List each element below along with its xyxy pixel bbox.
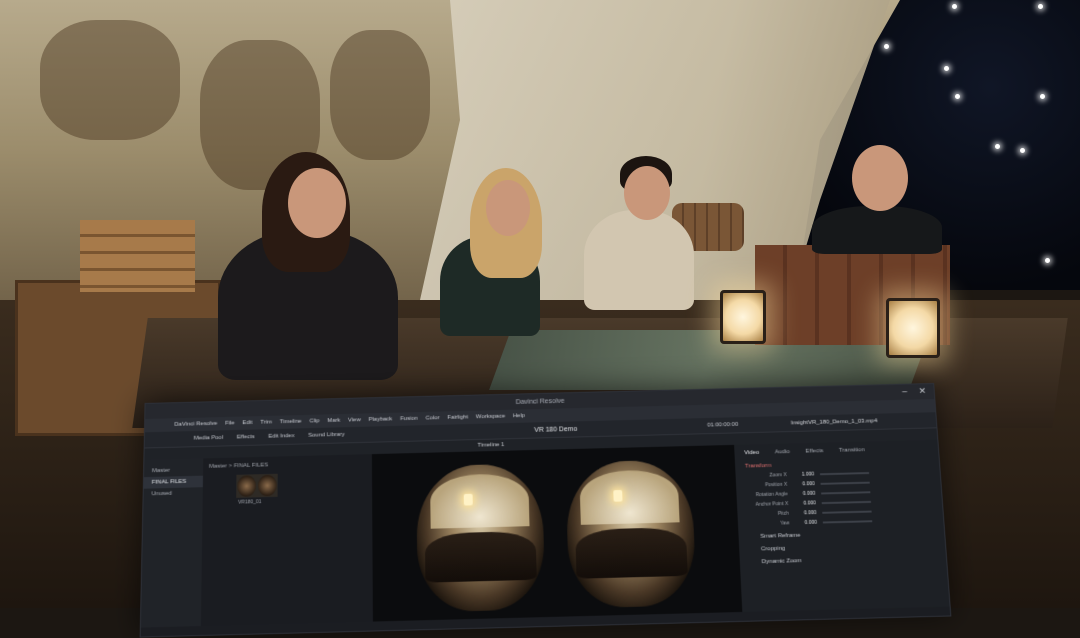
clip-thumbnail[interactable] (236, 473, 278, 498)
clip-thumbnail-name: VR180_01 (238, 499, 262, 506)
window-title: Davinci Resolve (515, 397, 565, 406)
media-pool-button[interactable]: Media Pool (194, 435, 223, 441)
menu-item[interactable]: File (225, 421, 235, 427)
pitch-value[interactable]: 0.000 (795, 510, 817, 516)
inspector-row: Pitch 0.000 (747, 507, 933, 518)
minimize-icon[interactable]: – (902, 387, 908, 397)
zoom-value[interactable]: 1.000 (792, 472, 815, 478)
inspector-row: Zoom X 1.000 (745, 469, 930, 479)
person-4-head (852, 145, 908, 211)
menu-item[interactable]: Help (513, 413, 525, 419)
cropping-section[interactable]: Cropping (749, 542, 935, 553)
tab-effects[interactable]: Effects (805, 448, 823, 454)
menu-item[interactable]: View (348, 417, 361, 423)
menu-item[interactable]: Color (425, 415, 439, 421)
menu-item[interactable]: Workspace (476, 414, 505, 420)
menu-item[interactable]: Playback (369, 417, 393, 423)
inspector-row: Position X 0.000 (746, 478, 931, 488)
transform-section[interactable]: Transform (745, 459, 930, 469)
inspector-panel: Video Audio Effects Transition Transform… (734, 439, 950, 612)
editor-window: Davinci Resolve – ✕ DaVinci Resolve File… (139, 382, 952, 638)
menu-item[interactable]: Edit (242, 420, 252, 426)
timecode: 01:00:00:00 (707, 421, 739, 429)
menu-item[interactable]: Trim (260, 420, 272, 426)
tab-video[interactable]: Video (744, 450, 759, 456)
edit-index-button[interactable]: Edit Index (268, 433, 294, 439)
lantern-right (886, 298, 940, 358)
bin-list: Master FINAL FILES Unused (140, 458, 204, 628)
menu-item[interactable]: Timeline (280, 419, 302, 425)
lantern-left (720, 290, 766, 344)
position-value[interactable]: 0.000 (793, 481, 815, 487)
tab-audio[interactable]: Audio (775, 449, 790, 455)
effects-button[interactable]: Effects (237, 434, 255, 440)
right-eye-view (565, 459, 698, 609)
rotation-value[interactable]: 0.000 (793, 491, 816, 497)
smart-reframe-section[interactable]: Smart Reframe (748, 529, 934, 540)
menu-item[interactable]: DaVinci Resolve (174, 421, 217, 428)
person-1-head (288, 168, 346, 238)
project-name: VR 180 Demo (534, 425, 578, 434)
timeline-selector[interactable]: Timeline 1 (478, 442, 505, 448)
menu-item[interactable]: Clip (309, 418, 319, 424)
sound-library-button[interactable]: Sound Library (308, 432, 345, 439)
person-2-head (486, 180, 530, 236)
viewer[interactable] (371, 444, 743, 622)
clip-name: InsightVR_180_Demo_1_03.mp4 (790, 418, 878, 427)
media-pool: Master > FINAL FILES VR180_01 (200, 454, 373, 627)
inspector-row: Anchor Point X 0.000 (747, 497, 932, 508)
inspector-row: Yaw 0.000 (748, 517, 934, 528)
menu-item[interactable]: Mark (327, 418, 340, 424)
dynamic-zoom-section[interactable]: Dynamic Zoom (750, 555, 937, 566)
anchor-value[interactable]: 0.000 (794, 500, 816, 506)
left-eye-view (416, 463, 546, 613)
menu-item[interactable]: Fusion (400, 416, 418, 422)
pool-path: Master > FINAL FILES (208, 462, 269, 470)
bin-item[interactable]: Unused (144, 487, 203, 500)
person-3 (584, 210, 694, 310)
tab-transition[interactable]: Transition (839, 447, 865, 453)
yaw-value[interactable]: 0.000 (795, 520, 817, 526)
person-3-head (624, 166, 670, 220)
menu-item[interactable]: Fairlight (447, 415, 468, 421)
inspector-row: Rotation Angle 0.000 (746, 488, 931, 499)
wooden-crate (80, 220, 195, 292)
workspace: Master FINAL FILES Unused Master > FINAL… (140, 439, 950, 628)
person-4 (812, 206, 942, 254)
close-icon[interactable]: ✕ (918, 386, 926, 397)
